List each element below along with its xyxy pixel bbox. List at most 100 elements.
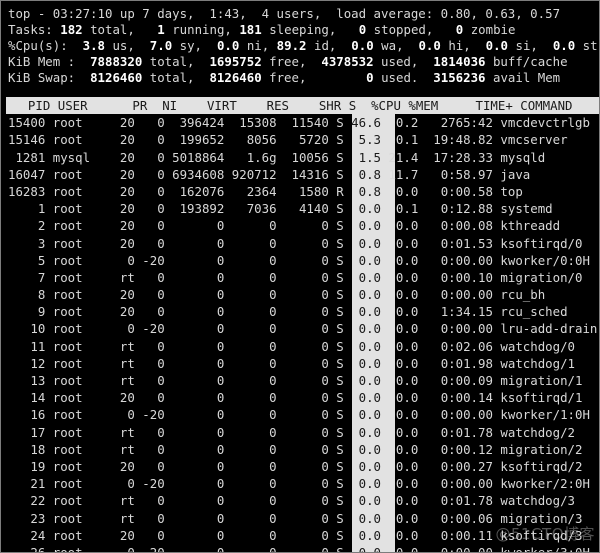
cell-pr-ni: rt 0 (112, 373, 165, 388)
cell-mem: 0.0 (381, 373, 419, 388)
table-row[interactable]: 19 root 20 0 0 0 0 S 0.0 0.0 0:00.27 kso… (1, 458, 599, 475)
cell-command: top (492, 183, 523, 199)
cell-shr: 0 (276, 476, 329, 492)
cell-res: 8056 (224, 132, 277, 148)
summary-spacer (1, 86, 599, 97)
cell-time: 0:00.14 (418, 390, 493, 406)
cell-pid-user: 26 root (8, 544, 113, 553)
table-row[interactable]: 22 root rt 0 0 0 0 S 0.0 0.0 0:01.78 wat… (1, 492, 599, 509)
table-row[interactable]: 1 root 20 0 193892 7036 4140 S 0.0 0.1 0… (1, 200, 599, 217)
cell-pid-user: 7 root (8, 269, 113, 285)
cell-state: S (328, 218, 344, 234)
cell-virt: 0 (164, 390, 225, 406)
cell-cpu: 46.6 (343, 115, 382, 131)
cell-pid-user: 3 root (8, 235, 113, 251)
process-table[interactable]: PID USER PR NI VIRT RES SHR S %CPU %MEM … (1, 97, 599, 553)
table-row[interactable]: 12 root rt 0 0 0 0 S 0.0 0.0 0:01.98 wat… (1, 355, 599, 372)
table-row[interactable]: 18 root rt 0 0 0 0 S 0.0 0.0 0:00.12 mig… (1, 441, 599, 458)
table-row[interactable]: 15146 root 20 0 199652 8056 5720 S 5.3 0… (1, 131, 599, 148)
table-row[interactable]: 16 root 0 -20 0 0 0 S 0.0 0.0 0:00.00 kw… (1, 406, 599, 423)
table-row[interactable]: 13 root rt 0 0 0 0 S 0.0 0.0 0:00.09 mig… (1, 372, 599, 389)
cell-time: 0:01.78 (418, 424, 493, 440)
cell-time: 0:00.10 (418, 269, 493, 285)
table-row[interactable]: 11 root rt 0 0 0 0 S 0.0 0.0 0:02.06 wat… (1, 338, 599, 355)
table-body[interactable]: 15400 root 20 0 396424 15308 11540 S 46.… (1, 114, 599, 553)
table-row[interactable]: 2 root 20 0 0 0 0 S 0.0 0.0 0:00.08 kthr… (1, 217, 599, 234)
cell-shr: 0 (276, 493, 329, 509)
cell-pid-user: 1281 mysql (8, 149, 113, 165)
cell-cpu: 5.3 (343, 132, 382, 148)
table-row[interactable]: 15400 root 20 0 396424 15308 11540 S 46.… (1, 114, 599, 131)
cell-cpu: 1.5 (343, 149, 382, 165)
table-row[interactable]: 7 root rt 0 0 0 0 S 0.0 0.0 0:00.10 migr… (1, 269, 599, 286)
cell-virt: 0 (164, 321, 225, 337)
cell-time: 0:00.00 (418, 252, 493, 268)
cell-virt: 162076 (164, 183, 225, 199)
cell-state: S (328, 149, 344, 165)
table-row[interactable]: 9 root 20 0 0 0 0 S 0.0 0.0 1:34.15 rcu_… (1, 303, 599, 320)
cell-mem: 0.1 (381, 132, 419, 148)
table-row[interactable]: 17 root rt 0 0 0 0 S 0.0 0.0 0:01.78 wat… (1, 424, 599, 441)
cell-res: 0 (224, 476, 277, 492)
table-row[interactable]: 8 root 20 0 0 0 0 S 0.0 0.0 0:00.00 rcu_… (1, 286, 599, 303)
cell-state: S (328, 493, 344, 509)
cell-pid-user: 19 root (8, 458, 113, 474)
cell-pr-ni: 20 0 (112, 132, 165, 148)
cell-virt: 0 (164, 373, 225, 388)
table-header-row[interactable]: PID USER PR NI VIRT RES SHR S %CPU %MEM … (6, 97, 599, 115)
table-row[interactable]: 3 root 20 0 0 0 0 S 0.0 0.0 0:01.53 ksof… (1, 235, 599, 252)
cell-time: 0:00.00 (418, 407, 493, 423)
swap-used-value: 0 (366, 70, 374, 85)
cell-shr: 0 (276, 287, 329, 303)
table-row[interactable]: 23 root rt 0 0 0 0 S 0.0 0.0 0:00.06 mig… (1, 510, 599, 527)
cell-mem: 0.0 (381, 476, 419, 492)
cell-shr: 0 (276, 458, 329, 474)
cell-cpu: 0.0 (343, 441, 382, 457)
cell-command: migration/3 (492, 510, 583, 526)
cell-state: S (328, 321, 344, 337)
cell-state: S (328, 527, 344, 543)
cell-time: 0:58.97 (418, 166, 493, 182)
cell-res: 7036 (224, 201, 277, 217)
mem-free-label: free, (269, 54, 307, 69)
cell-shr: 11540 (276, 115, 329, 131)
cell-cpu: 0.0 (343, 476, 382, 492)
cell-cpu: 0.0 (343, 424, 382, 440)
cell-virt: 5018864 (164, 149, 225, 165)
cell-virt: 0 (164, 544, 225, 553)
table-row[interactable]: 26 root 0 -20 0 0 0 S 0.0 0.0 0:00.00 kw… (1, 544, 599, 553)
table-row[interactable]: 5 root 0 -20 0 0 0 S 0.0 0.0 0:00.00 kwo… (1, 252, 599, 269)
top-terminal-window[interactable]: top - 03:27:10 up 7 days, 1:43, 4 users,… (0, 0, 600, 553)
cell-state: S (328, 201, 344, 217)
cell-pid-user: 2 root (8, 218, 113, 234)
cell-pid-user: 16283 root (8, 183, 113, 199)
table-row[interactable]: 16047 root 20 0 6934608 920712 14316 S 0… (1, 166, 599, 183)
table-row[interactable]: 1281 mysql 20 0 5018864 1.6g 10056 S 1.5… (1, 149, 599, 166)
summary-block: top - 03:27:10 up 7 days, 1:43, 4 users,… (1, 6, 599, 97)
cell-time: 0:00.00 (418, 287, 493, 303)
table-row[interactable]: 16283 root 20 0 162076 2364 1580 R 0.8 0… (1, 183, 599, 200)
swap-used-label: used. (381, 70, 419, 85)
cell-state: S (328, 476, 344, 492)
table-row[interactable]: 24 root 20 0 0 0 0 S 0.0 0.0 0:00.11 kso… (1, 527, 599, 544)
table-row[interactable]: 10 root 0 -20 0 0 0 S 0.0 0.0 0:00.00 lr… (1, 320, 599, 337)
cpu-wa-label: wa, (381, 38, 404, 53)
cell-command: lru-add-drain (492, 321, 598, 337)
cell-pr-ni: 20 0 (112, 183, 165, 199)
cell-shr: 0 (276, 304, 329, 320)
cell-cpu: 0.0 (343, 235, 382, 251)
cell-mem: 0.0 (381, 235, 419, 251)
cell-pid-user: 10 root (8, 321, 113, 337)
cell-time: 0:00.11 (418, 527, 493, 543)
cell-command: rcu_sched (492, 304, 568, 320)
cell-cpu: 0.0 (343, 252, 382, 268)
table-row[interactable]: 14 root 20 0 0 0 0 S 0.0 0.0 0:00.14 kso… (1, 389, 599, 406)
cell-command: kworker/2:0H (492, 476, 590, 492)
cell-cpu: 0.8 (343, 166, 382, 182)
cell-shr: 0 (276, 390, 329, 406)
cell-shr: 1580 (276, 183, 329, 199)
cell-pr-ni: 20 0 (112, 149, 165, 165)
cell-mem: 0.0 (381, 269, 419, 285)
table-row[interactable]: 21 root 0 -20 0 0 0 S 0.0 0.0 0:00.00 kw… (1, 475, 599, 492)
cell-res: 0 (224, 544, 277, 553)
